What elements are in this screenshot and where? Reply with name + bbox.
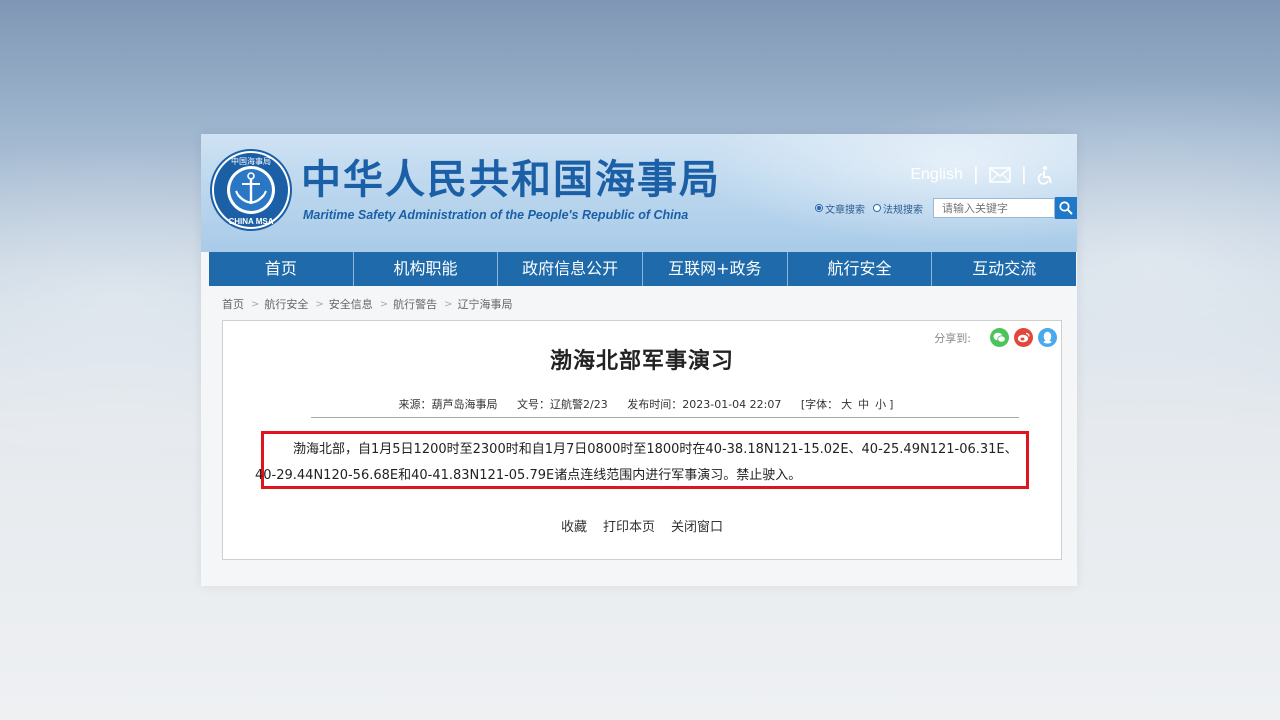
breadcrumb-nav-warnings[interactable]: 航行警告 [393, 296, 437, 312]
font-size-close: ] [889, 398, 894, 411]
divider [311, 417, 1019, 418]
font-size-medium[interactable]: 中 [858, 398, 869, 411]
english-link[interactable]: English [910, 166, 962, 184]
site-subtitle: Maritime Safety Administration of the Pe… [303, 208, 689, 222]
font-size-label: [字体： [800, 398, 839, 411]
top-links: English | | [910, 164, 1055, 185]
article-meta: 来源：葫芦岛海事局 文号：辽航警2/23 发布时间：2023-01-04 22:… [223, 396, 1061, 412]
breadcrumb-liaoning[interactable]: 辽宁海事局 [458, 296, 513, 312]
site-title: 中华人民共和国海事局 [301, 157, 721, 203]
radio-unselected[interactable] [873, 204, 881, 212]
nav-item-interaction[interactable]: 互动交流 [932, 252, 1076, 286]
print-link[interactable]: 打印本页 [603, 516, 655, 535]
separator: | [972, 164, 979, 185]
breadcrumb-safety-info[interactable]: 安全信息 [329, 296, 373, 312]
radio-selected[interactable] [815, 204, 823, 212]
chevron-right-icon: > [444, 298, 453, 310]
chevron-right-icon: > [379, 298, 389, 310]
mail-icon[interactable] [989, 166, 1011, 183]
article-body: 渤海北部，自1月5日1200时至2300时和自1月7日0800时至1800时在4… [255, 442, 1018, 483]
chevron-right-icon: > [315, 298, 324, 310]
nav-item-gov-info[interactable]: 政府信息公开 [498, 252, 644, 286]
article-container: 分享到: 渤海北部军事演习 来源：葫芦岛海事局 文号：辽航警2/23 发布时间：… [222, 320, 1062, 560]
nav-item-nav-safety[interactable]: 航行安全 [788, 252, 933, 286]
site-header: 中国海事局 CHINA MSA 中华人民共和国海事局 Maritime Safe… [201, 134, 1077, 252]
logo-ring-top: 中国海事局 [231, 156, 271, 166]
chevron-right-icon: > [251, 298, 260, 310]
separator: | [1020, 164, 1027, 185]
breadcrumb: 首页 > 航行安全 > 安全信息 > 航行警告 > 辽宁海事局 [222, 296, 513, 312]
search-button[interactable] [1055, 197, 1077, 219]
search-icon [1059, 201, 1073, 215]
breadcrumb-nav-safety[interactable]: 航行安全 [264, 296, 308, 312]
nav-item-home[interactable]: 首页 [209, 252, 354, 286]
nav-item-internet-gov[interactable]: 互联网+政务 [643, 252, 788, 286]
search-option-article[interactable]: 文章搜索 [815, 201, 865, 216]
article-title: 渤海北部军事演习 [549, 349, 734, 374]
browser-page: 中国海事局 CHINA MSA 中华人民共和国海事局 Maritime Safe… [201, 134, 1077, 586]
article-doc-number: 文号：辽航警2/23 [517, 398, 608, 411]
search-bar: 文章搜索 法规搜索 [815, 197, 1077, 219]
logo-ring-bottom: CHINA MSA [228, 217, 273, 226]
search-option-law[interactable]: 法规搜索 [873, 201, 923, 216]
nav-item-functions[interactable]: 机构职能 [354, 252, 499, 286]
main-nav: 首页 机构职能 政府信息公开 互联网+政务 航行安全 互动交流 [209, 252, 1076, 286]
article-publish-time: 发布时间：2023-01-04 22:07 [627, 398, 782, 411]
favorite-link[interactable]: 收藏 [561, 516, 587, 535]
search-input[interactable] [933, 198, 1055, 218]
msa-logo: 中国海事局 CHINA MSA [210, 149, 292, 231]
font-size-small[interactable]: 小 [875, 398, 886, 411]
article-actions: 收藏 打印本页 关闭窗口 [223, 516, 1061, 535]
close-window-link[interactable]: 关闭窗口 [671, 516, 723, 535]
font-size-large[interactable]: 大 [841, 398, 852, 411]
article-source: 来源：葫芦岛海事局 [398, 398, 498, 411]
breadcrumb-home[interactable]: 首页 [222, 296, 244, 312]
accessibility-icon[interactable] [1037, 165, 1055, 185]
